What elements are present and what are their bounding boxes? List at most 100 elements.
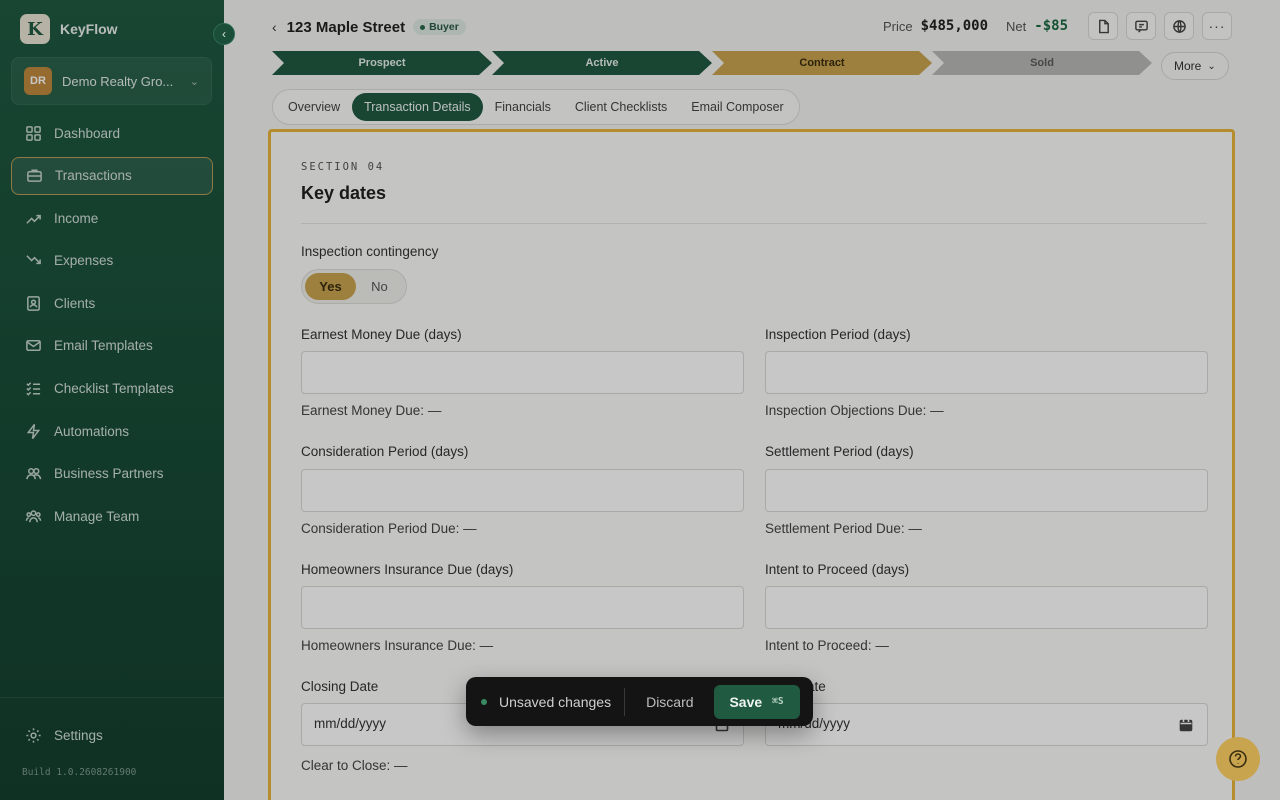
unsaved-changes-bar: Unsaved changes Discard Save ⌘S bbox=[466, 677, 813, 726]
globe-button[interactable] bbox=[1164, 12, 1194, 40]
team-icon bbox=[24, 507, 42, 525]
stage-sold[interactable]: Sold bbox=[932, 51, 1152, 75]
intent-to-proceed-input[interactable] bbox=[765, 586, 1208, 629]
nav-item-clients[interactable]: Clients bbox=[11, 284, 213, 322]
header-actions: Price $485,000 Net -$85 ··· bbox=[883, 12, 1232, 40]
stage-contract[interactable]: Contract bbox=[712, 51, 932, 75]
price-label: Price bbox=[882, 18, 913, 34]
save-button[interactable]: Save ⌘S bbox=[713, 684, 800, 719]
settlement-period-input[interactable] bbox=[765, 469, 1208, 512]
tab-email-composer[interactable]: Email Composer bbox=[679, 93, 795, 121]
message-icon bbox=[1134, 20, 1148, 33]
discard-button[interactable]: Discard bbox=[646, 694, 693, 710]
chevron-down-icon: ⌄ bbox=[189, 75, 199, 88]
consideration-period-input[interactable] bbox=[301, 469, 744, 512]
gear-icon bbox=[24, 726, 42, 744]
transaction-tabs: Overview Transaction Details Financials … bbox=[272, 89, 800, 125]
inspection-objections-due: Inspection Objections Due: — bbox=[765, 403, 944, 418]
role-badge: Buyer bbox=[413, 19, 466, 35]
dashboard-icon bbox=[24, 124, 42, 142]
brand-name: KeyFlow bbox=[60, 21, 118, 37]
nav-label: Manage Team bbox=[54, 508, 140, 524]
closing-date-placeholder: mm/dd/yyyy bbox=[314, 716, 387, 731]
briefcase-icon bbox=[25, 167, 43, 185]
stage-active[interactable]: Active bbox=[492, 51, 712, 75]
more-button[interactable]: More ⌄ bbox=[1161, 52, 1229, 80]
sidebar-footer-divider bbox=[0, 697, 224, 698]
sidebar: K KeyFlow ‹ DR Demo Realty Gro... ⌄ Dash… bbox=[0, 0, 235, 800]
toggle-yes[interactable]: Yes bbox=[305, 273, 356, 300]
toggle-no[interactable]: No bbox=[356, 273, 403, 300]
calendar-icon[interactable] bbox=[1179, 718, 1193, 732]
chevron-left-icon: ‹ bbox=[222, 27, 226, 41]
page-title: 123 Maple Street bbox=[286, 18, 406, 36]
settings-label: Settings bbox=[54, 727, 103, 743]
earnest-money-label: Earnest Money Due (days) bbox=[301, 327, 462, 342]
intent-to-proceed-label: Intent to Proceed (days) bbox=[765, 562, 910, 577]
help-icon bbox=[1229, 750, 1247, 768]
consideration-period-label: Consideration Period (days) bbox=[301, 444, 469, 459]
nav-item-settings[interactable]: Settings bbox=[11, 718, 213, 752]
homeowners-insurance-input[interactable] bbox=[301, 586, 744, 629]
back-arrow-icon[interactable]: ‹ bbox=[272, 19, 277, 35]
nav-item-dashboard[interactable]: Dashboard bbox=[11, 114, 213, 152]
closing-date-label: Closing Date bbox=[301, 679, 379, 694]
nav-label: Income bbox=[54, 210, 99, 226]
more-options-button[interactable]: ··· bbox=[1202, 12, 1232, 40]
trend-up-icon bbox=[24, 209, 42, 227]
globe-icon bbox=[1172, 19, 1186, 33]
checklist-icon bbox=[24, 380, 42, 398]
intent-to-proceed-due: Intent to Proceed: — bbox=[765, 638, 889, 653]
nav-label: Automations bbox=[54, 423, 130, 439]
nav-item-business-partners[interactable]: Business Partners bbox=[11, 455, 213, 493]
nav-label: Email Templates bbox=[54, 338, 153, 354]
occupancy-date-input[interactable]: mm/dd/yyyy bbox=[765, 703, 1208, 746]
save-label: Save bbox=[729, 693, 763, 710]
nav-item-manage-team[interactable]: Manage Team bbox=[11, 497, 213, 535]
main-nav: Dashboard Transactions Income Expenses C… bbox=[11, 114, 213, 540]
nav-item-transactions[interactable]: Transactions bbox=[11, 156, 213, 195]
partners-icon bbox=[24, 465, 42, 483]
nav-item-checklist-templates[interactable]: Checklist Templates bbox=[11, 370, 213, 408]
tab-financials[interactable]: Financials bbox=[483, 93, 563, 121]
stage-prospect[interactable]: Prospect bbox=[272, 51, 492, 75]
document-icon bbox=[1098, 19, 1109, 33]
help-button[interactable] bbox=[1216, 737, 1260, 781]
nav-item-email-templates[interactable]: Email Templates bbox=[11, 327, 213, 365]
org-avatar: DR bbox=[24, 67, 52, 95]
tab-client-checklists[interactable]: Client Checklists bbox=[563, 93, 679, 121]
ellipsis-icon: ··· bbox=[1208, 18, 1226, 34]
bolt-icon bbox=[24, 422, 42, 440]
savebar-divider bbox=[624, 687, 626, 716]
tab-overview[interactable]: Overview bbox=[276, 93, 352, 121]
org-switcher[interactable]: DR Demo Realty Gro... ⌄ bbox=[11, 57, 212, 105]
keyflow-logo: K bbox=[20, 14, 50, 44]
inspection-contingency-toggle: Yes No bbox=[301, 269, 407, 304]
chevron-down-icon: ⌄ bbox=[1207, 60, 1216, 72]
nav-item-expenses[interactable]: Expenses bbox=[11, 242, 213, 280]
earnest-money-input[interactable] bbox=[301, 351, 744, 394]
nav-item-automations[interactable]: Automations bbox=[11, 412, 213, 450]
document-button[interactable] bbox=[1088, 12, 1118, 40]
consideration-period-due: Consideration Period Due: — bbox=[301, 521, 477, 536]
mail-icon bbox=[24, 337, 42, 355]
homeowners-insurance-due: Homeowners Insurance Due: — bbox=[301, 638, 494, 653]
brand[interactable]: K KeyFlow bbox=[20, 14, 118, 44]
clear-to-close: Clear to Close: — bbox=[301, 758, 408, 773]
net-label: Net bbox=[1006, 18, 1027, 34]
save-shortcut: ⌘S bbox=[772, 696, 784, 707]
settlement-period-due: Settlement Period Due: — bbox=[765, 521, 922, 536]
contacts-icon bbox=[24, 294, 42, 312]
section-title: Key dates bbox=[301, 183, 387, 203]
nav-item-income[interactable]: Income bbox=[11, 199, 213, 237]
inspection-period-input[interactable] bbox=[765, 351, 1208, 394]
role-badge-label: Buyer bbox=[429, 21, 459, 33]
org-name: Demo Realty Gro... bbox=[62, 73, 174, 89]
trend-down-icon bbox=[24, 252, 42, 270]
section-label: SECTION 04 bbox=[301, 161, 385, 173]
nav-label: Business Partners bbox=[54, 466, 164, 482]
tab-transaction-details[interactable]: Transaction Details bbox=[352, 93, 483, 121]
collapse-sidebar-button[interactable]: ‹ bbox=[213, 23, 235, 45]
nav-label: Dashboard bbox=[54, 125, 121, 141]
message-button[interactable] bbox=[1126, 12, 1156, 40]
